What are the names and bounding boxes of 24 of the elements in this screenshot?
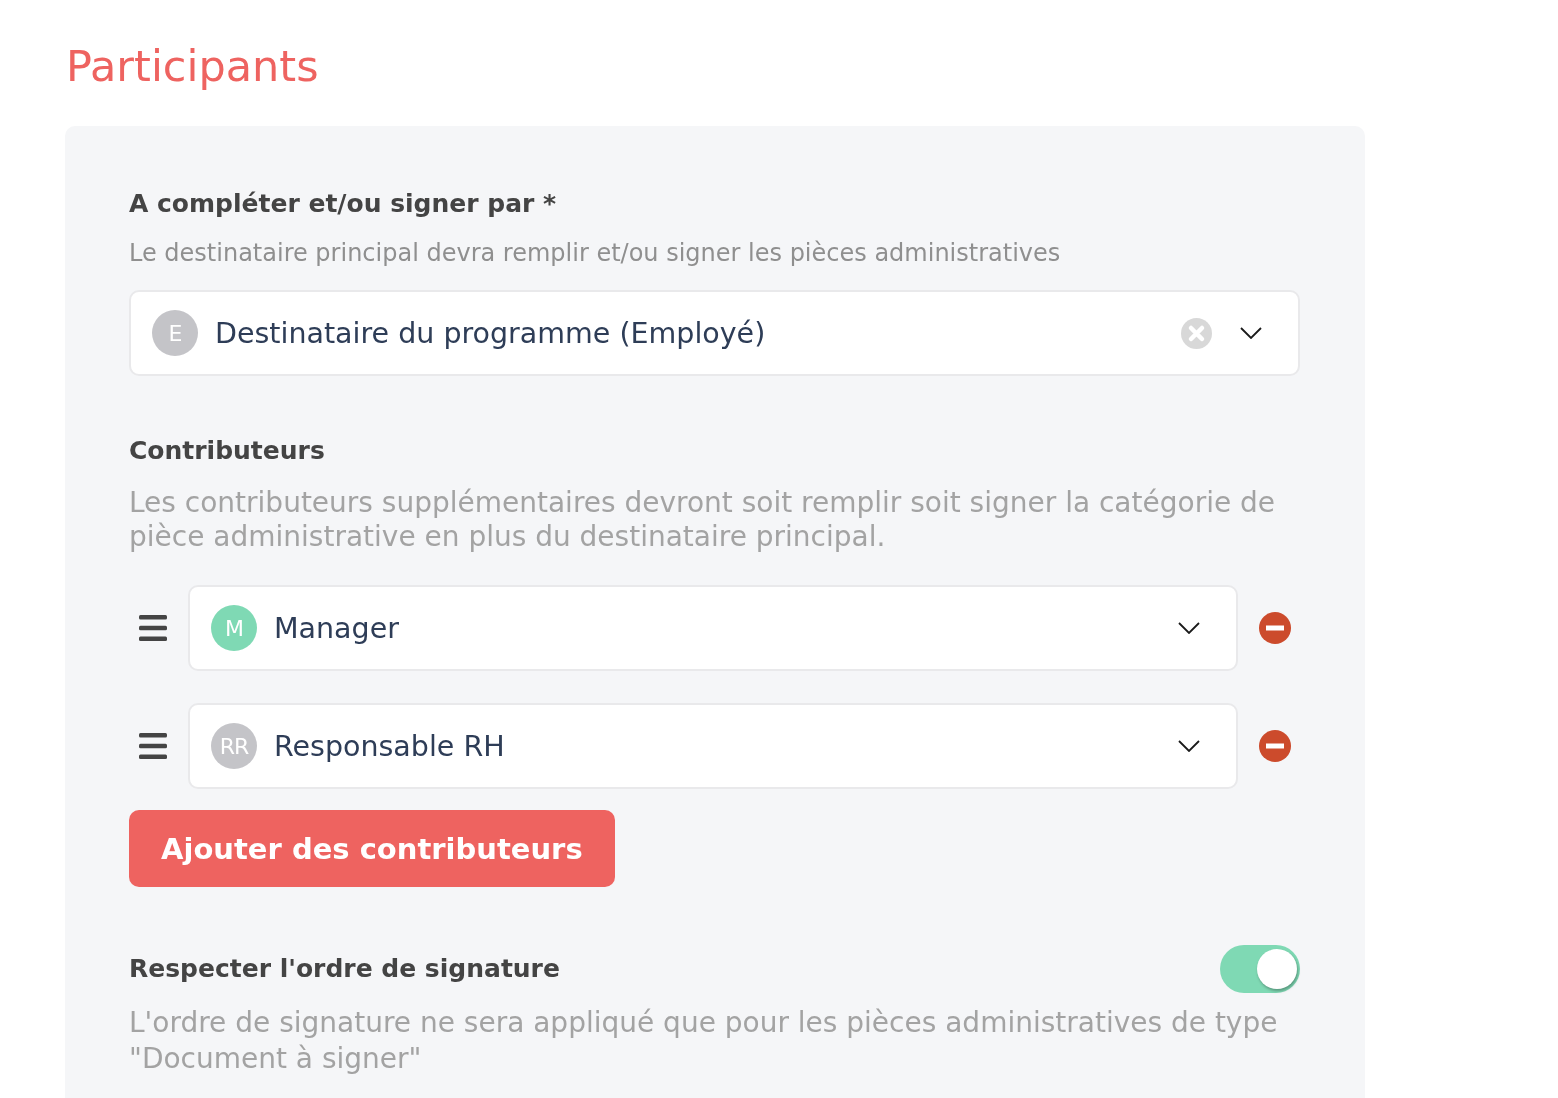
- chevron-down-icon[interactable]: [1240, 327, 1262, 339]
- chevron-down-icon[interactable]: [1178, 740, 1200, 752]
- minus-circle-icon[interactable]: [1259, 730, 1291, 762]
- section-description: Les contributeurs supplémentaires devront soit remplir soit signer la catégorie de pièce administrative en plus du destinataire principal.: [129, 486, 1277, 554]
- select-value: Manager: [274, 611, 400, 645]
- drag-handle-icon[interactable]: [139, 733, 167, 759]
- select-value: Destinataire du programme (Employé): [215, 316, 767, 350]
- page-title: Participants: [66, 40, 319, 92]
- avatar: M: [211, 605, 257, 651]
- drag-handle-icon[interactable]: [139, 615, 167, 641]
- section-description: Le destinataire principal devra remplir et/ou signer les pièces administratives: [129, 238, 1062, 268]
- section-heading: Contributeurs: [129, 435, 325, 467]
- minus-circle-icon[interactable]: [1259, 612, 1291, 644]
- section-description: L'ordre de signature ne sera appliqué que pour les pièces administratives de type "Document à signer": [129, 1005, 1279, 1077]
- chevron-down-icon[interactable]: [1178, 622, 1200, 634]
- select-field[interactable]: M Manager: [188, 585, 1238, 671]
- avatar: E: [152, 310, 198, 356]
- toggle-switch[interactable]: [1220, 945, 1300, 993]
- select-field[interactable]: E Destinataire du programme (Employé): [129, 290, 1300, 376]
- select-field[interactable]: RR Responsable RH: [188, 703, 1238, 789]
- avatar: RR: [211, 723, 257, 769]
- select-value: Responsable RH: [274, 729, 506, 763]
- section-heading: Respecter l'ordre de signature: [129, 953, 560, 985]
- section-heading: A compléter et/ou signer par *: [129, 188, 557, 220]
